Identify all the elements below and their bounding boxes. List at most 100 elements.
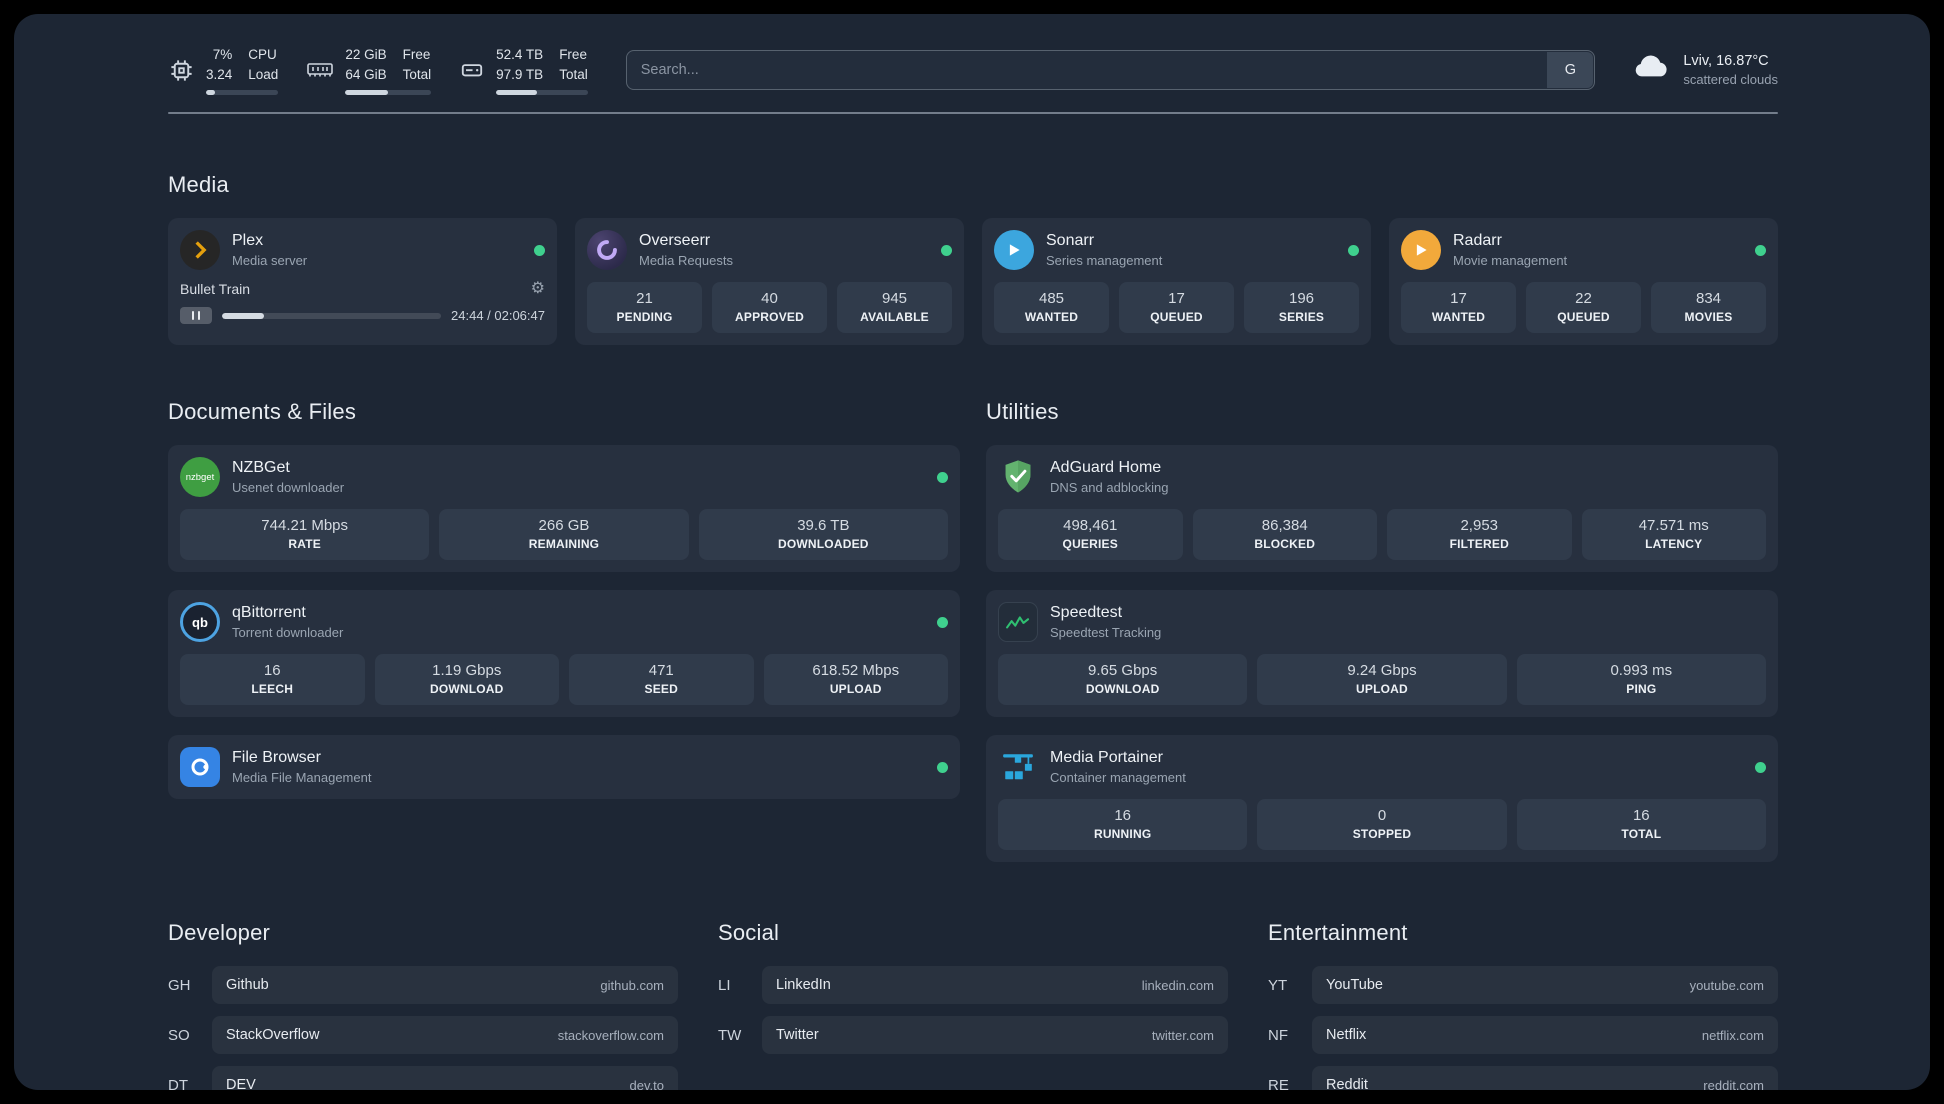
stat-value: 22	[1575, 290, 1592, 307]
search-provider-button[interactable]: G	[1547, 52, 1594, 88]
bookmark-abbr: SO	[168, 1026, 190, 1044]
stat-value: 0	[1377, 807, 1387, 824]
memory-total-label: Total	[402, 67, 432, 82]
stat-tile: 17 WANTED	[1401, 282, 1516, 333]
disk-free-label: Free	[559, 47, 587, 63]
bookmark-group-social: Social LI LinkedIn linkedin.com TW Twitt…	[718, 920, 1228, 1090]
card-titles: Overseerr Media Requests	[639, 231, 733, 269]
playback-progressbar[interactable]	[222, 312, 442, 319]
stat-tile: 945 AVAILABLE	[837, 282, 952, 333]
pause-bar	[191, 311, 195, 320]
bookmark-pill: YouTube youtube.com	[1312, 966, 1778, 1004]
disk-total-value: 97.9 TB	[496, 67, 544, 82]
stat-label: DOWNLOADED	[777, 537, 869, 551]
app-description: Container management	[1050, 769, 1186, 785]
bookmark-stackoverflow[interactable]: SO StackOverflow stackoverflow.com	[168, 1016, 678, 1054]
stat-label: QUERIES	[1062, 537, 1118, 551]
bookmark-reddit[interactable]: RE Reddit reddit.com	[1268, 1066, 1778, 1090]
stat-label: UPLOAD	[1356, 682, 1408, 696]
bookmark-pill: Netflix netflix.com	[1312, 1016, 1778, 1054]
cpu-progress-fill	[206, 89, 215, 95]
bookmark-github[interactable]: GH Github github.com	[168, 966, 678, 1004]
cpu-usage-value: 7%	[212, 47, 233, 63]
bookmark-linkedin[interactable]: LI LinkedIn linkedin.com	[718, 966, 1228, 1004]
bookmark-domain: stackoverflow.com	[557, 1027, 664, 1043]
stat-label: MOVIES	[1684, 310, 1733, 324]
stat-value: 945	[881, 290, 908, 307]
card-titles: qBittorrent Torrent downloader	[232, 603, 343, 641]
bookmark-rows: LI LinkedIn linkedin.com TW Twitter twit…	[718, 966, 1228, 1054]
stat-tile: 9.65 Gbps DOWNLOAD	[998, 654, 1248, 705]
stat-value: 17	[1450, 290, 1467, 307]
bookmark-name: StackOverflow	[226, 1027, 320, 1043]
pause-button[interactable]	[180, 307, 212, 324]
section-utilities: Utilities AdGuard Home DNS and adblockin…	[986, 399, 1778, 862]
dashboard: 7% 3.24 CPU Load 22 GiB 64 GiB Free Tota…	[14, 14, 1930, 1090]
bookmark-abbr: LI	[718, 976, 731, 994]
playback-progress-fill	[222, 312, 264, 319]
stat-tile: 39.6 TB DOWNLOADED	[698, 509, 948, 560]
topbar-divider	[168, 112, 1778, 114]
section-title-documents: Documents & Files	[168, 399, 357, 424]
app-card-qbittorrent[interactable]: qb qBittorrent Torrent downloader 16 LEE…	[168, 590, 960, 717]
status-dot	[1348, 244, 1359, 256]
app-card-sonarr[interactable]: Sonarr Series management 485 WANTED 17 Q…	[982, 218, 1371, 345]
bookmark-netflix[interactable]: NF Netflix netflix.com	[1268, 1016, 1778, 1054]
memory-progressbar	[345, 89, 432, 95]
app-card-speedtest[interactable]: Speedtest Speedtest Tracking 9.65 Gbps D…	[986, 590, 1778, 717]
card-header: Speedtest Speedtest Tracking	[998, 602, 1766, 642]
app-description: Torrent downloader	[232, 624, 344, 640]
stat-label: DOWNLOAD	[1085, 682, 1160, 696]
stat-tile: 471 SEED	[569, 654, 754, 705]
bookmark-group-title: Social	[718, 920, 780, 945]
bookmark-domain: github.com	[600, 977, 664, 993]
app-card-filebrowser[interactable]: File Browser Media File Management	[168, 735, 960, 799]
app-card-radarr[interactable]: Radarr Movie management 17 WANTED 22 QUE…	[1389, 218, 1778, 345]
app-name: File Browser	[232, 748, 321, 766]
search-input[interactable]	[625, 50, 1596, 90]
media-cards: Plex Media server Bullet Train ⚙ 24:44 /…	[168, 218, 1778, 345]
stat-label: SEED	[644, 682, 678, 696]
bookmark-dev[interactable]: DT DEV dev.to	[168, 1066, 678, 1090]
cloud-icon	[1631, 54, 1671, 86]
stat-tile: 834 MOVIES	[1651, 282, 1766, 333]
stat-value: 16	[263, 662, 281, 679]
stat-tile: 196 SERIES	[1244, 282, 1359, 333]
stats-row: 9.65 Gbps DOWNLOAD 9.24 Gbps UPLOAD 0.99…	[998, 654, 1766, 705]
bookmark-domain: youtube.com	[1689, 977, 1764, 993]
stat-label: AVAILABLE	[860, 310, 929, 324]
bookmark-youtube[interactable]: YT YouTube youtube.com	[1268, 966, 1778, 1004]
app-description: Media File Management	[232, 769, 372, 785]
filebrowser-icon	[180, 747, 220, 787]
stats-row: 16 RUNNING 0 STOPPED 16 TOTAL	[998, 799, 1766, 850]
stat-tile: 16 LEECH	[180, 654, 365, 705]
stat-tile: 40 APPROVED	[712, 282, 827, 333]
disk-widget: 52.4 TB 97.9 TB Free Total	[459, 45, 588, 95]
weather-location: Lviv, 16.87°C	[1683, 53, 1769, 69]
stat-label: QUEUED	[1557, 310, 1610, 324]
app-name: NZBGet	[232, 458, 290, 476]
memory-widget-body: 22 GiB 64 GiB Free Total	[345, 45, 432, 95]
stat-value: 498,461	[1063, 517, 1118, 534]
app-card-adguard[interactable]: AdGuard Home DNS and adblocking 498,461 …	[986, 445, 1778, 572]
bookmark-twitter[interactable]: TW Twitter twitter.com	[718, 1016, 1228, 1054]
app-card-nzbget[interactable]: nzbget NZBGet Usenet downloader 744.21 M…	[168, 445, 960, 572]
status-dot	[937, 761, 948, 773]
gear-icon[interactable]: ⚙	[531, 281, 545, 297]
documents-cards: nzbget NZBGet Usenet downloader 744.21 M…	[168, 445, 960, 799]
stat-label: TOTAL	[1621, 827, 1662, 841]
app-card-overseerr[interactable]: Overseerr Media Requests 21 PENDING 40 A…	[575, 218, 964, 345]
bookmark-pill: DEV dev.to	[212, 1066, 678, 1090]
search-bar: G	[625, 50, 1596, 90]
section-title-media: Media	[168, 172, 229, 197]
stat-value: 86,384	[1261, 517, 1308, 534]
app-name: Sonarr	[1046, 231, 1095, 249]
stats-row: 744.21 Mbps RATE 266 GB REMAINING 39.6 T…	[180, 509, 948, 560]
stat-value: 16	[1114, 807, 1131, 824]
app-card-plex[interactable]: Plex Media server Bullet Train ⚙ 24:44 /…	[168, 218, 557, 345]
bookmark-group-entertainment: Entertainment YT YouTube youtube.com NF …	[1268, 920, 1778, 1090]
card-header: Media Portainer Container management	[998, 747, 1766, 787]
stat-label: STOPPED	[1352, 827, 1412, 841]
app-card-portainer[interactable]: Media Portainer Container management 16 …	[986, 735, 1778, 862]
memory-widget: 22 GiB 64 GiB Free Total	[306, 45, 432, 95]
